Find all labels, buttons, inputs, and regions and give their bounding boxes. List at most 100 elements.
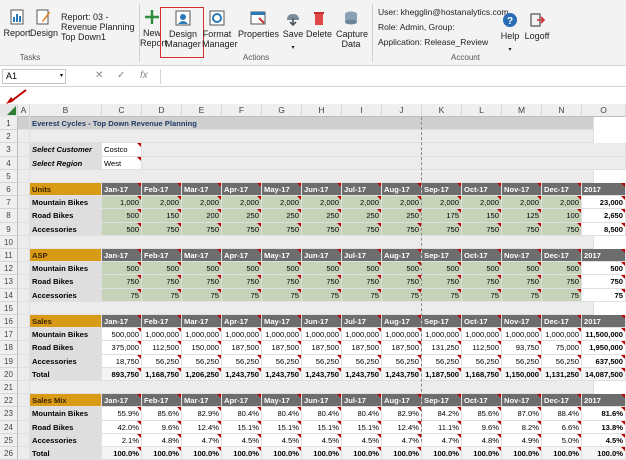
input-cell[interactable]: 75	[382, 288, 422, 302]
row-header[interactable]: 1	[0, 117, 18, 131]
row-header[interactable]: 3	[0, 143, 18, 157]
input-cell[interactable]: 2,000	[502, 196, 542, 210]
input-cell[interactable]: 2,000	[382, 196, 422, 210]
row-header[interactable]: 24	[0, 420, 18, 434]
input-cell[interactable]: 750	[182, 275, 222, 289]
input-cell[interactable]: 500	[302, 262, 342, 276]
input-cell[interactable]: 500	[182, 262, 222, 276]
row-header[interactable]: 9	[0, 222, 18, 236]
input-cell[interactable]: 75	[422, 288, 462, 302]
input-cell[interactable]: 2,000	[262, 196, 302, 210]
name-box-dropdown-icon[interactable]: ▾	[60, 70, 63, 83]
input-cell[interactable]: 150	[142, 209, 182, 223]
row-header[interactable]: 10	[0, 235, 18, 249]
input-cell[interactable]: 75	[262, 288, 302, 302]
input-cell[interactable]: 500	[342, 262, 382, 276]
input-cell[interactable]: 200	[182, 209, 222, 223]
input-cell[interactable]: 2,000	[542, 196, 582, 210]
input-cell[interactable]: 500	[262, 262, 302, 276]
capture-data-button[interactable]: Capture Data	[336, 9, 368, 49]
input-cell[interactable]: 750	[262, 275, 302, 289]
input-cell[interactable]: 500	[422, 262, 462, 276]
row-header[interactable]: 15	[0, 301, 18, 315]
input-cell[interactable]: 750	[542, 275, 582, 289]
fx-icon[interactable]: fx	[140, 70, 148, 81]
row-header[interactable]: 26	[0, 447, 18, 460]
row-header[interactable]: 13	[0, 275, 18, 289]
delete-button[interactable]: Delete	[306, 9, 332, 39]
input-cell[interactable]: 750	[422, 275, 462, 289]
input-cell[interactable]: 750	[182, 222, 222, 236]
input-cell[interactable]: 2,000	[422, 196, 462, 210]
input-cell[interactable]: 500	[102, 209, 142, 223]
row-header[interactable]: 7	[0, 196, 18, 210]
save-button[interactable]: Save ▾	[282, 9, 304, 53]
input-cell[interactable]: 75	[302, 288, 342, 302]
row-header[interactable]: 4	[0, 156, 18, 170]
input-cell[interactable]: 250	[382, 209, 422, 223]
format-manager-button[interactable]: Format Manager	[202, 9, 238, 49]
row-header[interactable]: 22	[0, 394, 18, 408]
input-cell[interactable]: 75	[222, 288, 262, 302]
input-cell[interactable]: 75	[462, 288, 502, 302]
row-header[interactable]: 11	[0, 249, 18, 263]
input-cell[interactable]: 750	[342, 275, 382, 289]
design-manager-button[interactable]: Design Manager	[162, 9, 204, 49]
input-cell[interactable]: 750	[222, 275, 262, 289]
input-cell[interactable]: 500	[502, 262, 542, 276]
input-cell[interactable]: 750	[542, 222, 582, 236]
input-cell[interactable]: 150	[462, 209, 502, 223]
row-header[interactable]: 14	[0, 288, 18, 302]
input-cell[interactable]: 250	[302, 209, 342, 223]
input-cell[interactable]: 500	[462, 262, 502, 276]
input-cell[interactable]: 750	[302, 275, 342, 289]
input-cell[interactable]: 500	[382, 262, 422, 276]
input-cell[interactable]: 750	[502, 222, 542, 236]
report-button[interactable]: Report	[3, 8, 31, 38]
row-header[interactable]: 8	[0, 209, 18, 223]
input-cell[interactable]: 75	[182, 288, 222, 302]
input-cell[interactable]: 750	[262, 222, 302, 236]
input-cell[interactable]: 750	[462, 275, 502, 289]
logoff-button[interactable]: Logoff	[524, 11, 550, 41]
row-header[interactable]: 16	[0, 315, 18, 329]
input-cell[interactable]: 2,000	[142, 196, 182, 210]
row-header[interactable]: 17	[0, 328, 18, 342]
input-cell[interactable]: 125	[502, 209, 542, 223]
input-cell[interactable]: 250	[222, 209, 262, 223]
row-header[interactable]: 21	[0, 381, 18, 395]
row-header[interactable]: 25	[0, 433, 18, 447]
input-cell[interactable]: 2,000	[462, 196, 502, 210]
input-cell[interactable]: 2,000	[222, 196, 262, 210]
row-header[interactable]: 23	[0, 407, 18, 421]
input-cell[interactable]: 75	[342, 288, 382, 302]
select-customer-value[interactable]: Costco	[102, 143, 142, 157]
input-cell[interactable]: 750	[382, 222, 422, 236]
input-cell[interactable]: 500	[542, 262, 582, 276]
input-cell[interactable]: 2,000	[182, 196, 222, 210]
input-cell[interactable]: 1,000	[102, 196, 142, 210]
help-button[interactable]: ? Help ▾	[500, 11, 520, 55]
cancel-icon[interactable]: ✕	[95, 70, 103, 81]
input-cell[interactable]: 750	[142, 275, 182, 289]
input-cell[interactable]: 750	[302, 222, 342, 236]
input-cell[interactable]: 250	[342, 209, 382, 223]
input-cell[interactable]: 75	[102, 288, 142, 302]
input-cell[interactable]: 750	[102, 275, 142, 289]
input-cell[interactable]: 500	[142, 262, 182, 276]
row-header[interactable]: 12	[0, 262, 18, 276]
row-header[interactable]: 19	[0, 354, 18, 368]
input-cell[interactable]: 2,000	[342, 196, 382, 210]
row-header[interactable]: 5	[0, 169, 18, 183]
input-cell[interactable]: 750	[422, 222, 462, 236]
input-cell[interactable]: 750	[142, 222, 182, 236]
enter-icon[interactable]: ✓	[117, 70, 125, 81]
input-cell[interactable]: 500	[102, 222, 142, 236]
row-header[interactable]: 2	[0, 130, 18, 144]
input-cell[interactable]: 100	[542, 209, 582, 223]
report-select[interactable]: Report: 03 - Revenue Planning Top Down1	[61, 12, 139, 42]
input-cell[interactable]: 750	[382, 275, 422, 289]
properties-button[interactable]: Properties	[238, 9, 279, 39]
row-header[interactable]: 18	[0, 341, 18, 355]
save-dropdown-icon[interactable]: ▾	[291, 45, 294, 51]
